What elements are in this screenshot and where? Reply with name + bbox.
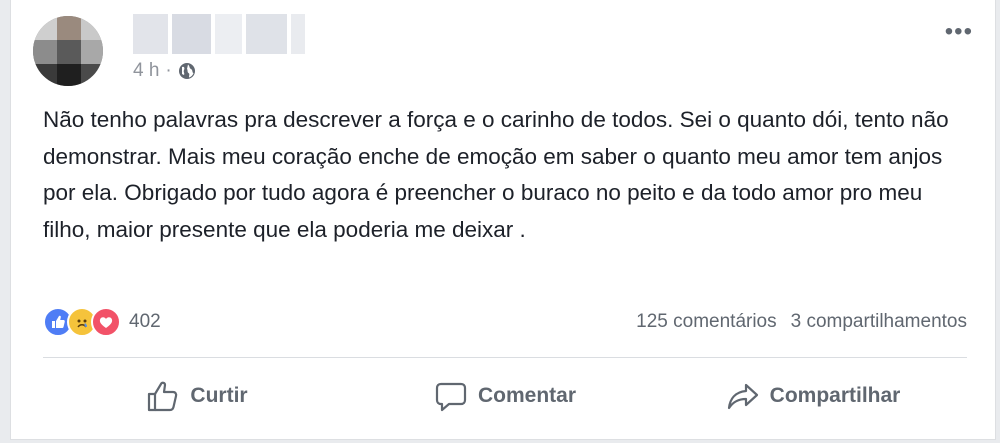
meta-separator: · [165, 60, 172, 81]
avatar[interactable] [33, 16, 103, 86]
action-bar: Curtir Comentar Compartilhar [43, 368, 967, 424]
comments-count[interactable]: 125 comentários [636, 311, 776, 333]
post-timestamp[interactable]: 4 h [133, 60, 159, 82]
reactions-summary[interactable]: 402 [43, 307, 161, 337]
share-icon [726, 379, 760, 413]
share-button[interactable]: Compartilhar [659, 368, 967, 424]
comment-icon [434, 379, 468, 413]
reaction-count[interactable]: 402 [129, 311, 161, 333]
post-text: Não tenho palavras pra descrever a força… [43, 107, 949, 242]
post-card: 4 h · ••• Não tenho palavras pra descrev… [10, 0, 996, 440]
comment-label: Comentar [477, 384, 577, 407]
share-label: Compartilhar [769, 384, 901, 407]
comment-button[interactable]: Comentar [351, 368, 659, 424]
like-label: Curtir [190, 384, 248, 407]
shares-count[interactable]: 3 compartilhamentos [791, 311, 967, 333]
divider [43, 357, 967, 358]
globe-icon[interactable] [178, 62, 196, 80]
post-meta: 4 h · [133, 60, 196, 82]
more-options-button[interactable]: ••• [945, 20, 973, 44]
thumbs-up-icon [146, 379, 180, 413]
author-name-blurred[interactable] [133, 14, 305, 54]
like-button[interactable]: Curtir [43, 368, 351, 424]
engagement-stats: 125 comentários 3 compartilhamentos [636, 311, 967, 333]
love-icon [91, 307, 121, 337]
